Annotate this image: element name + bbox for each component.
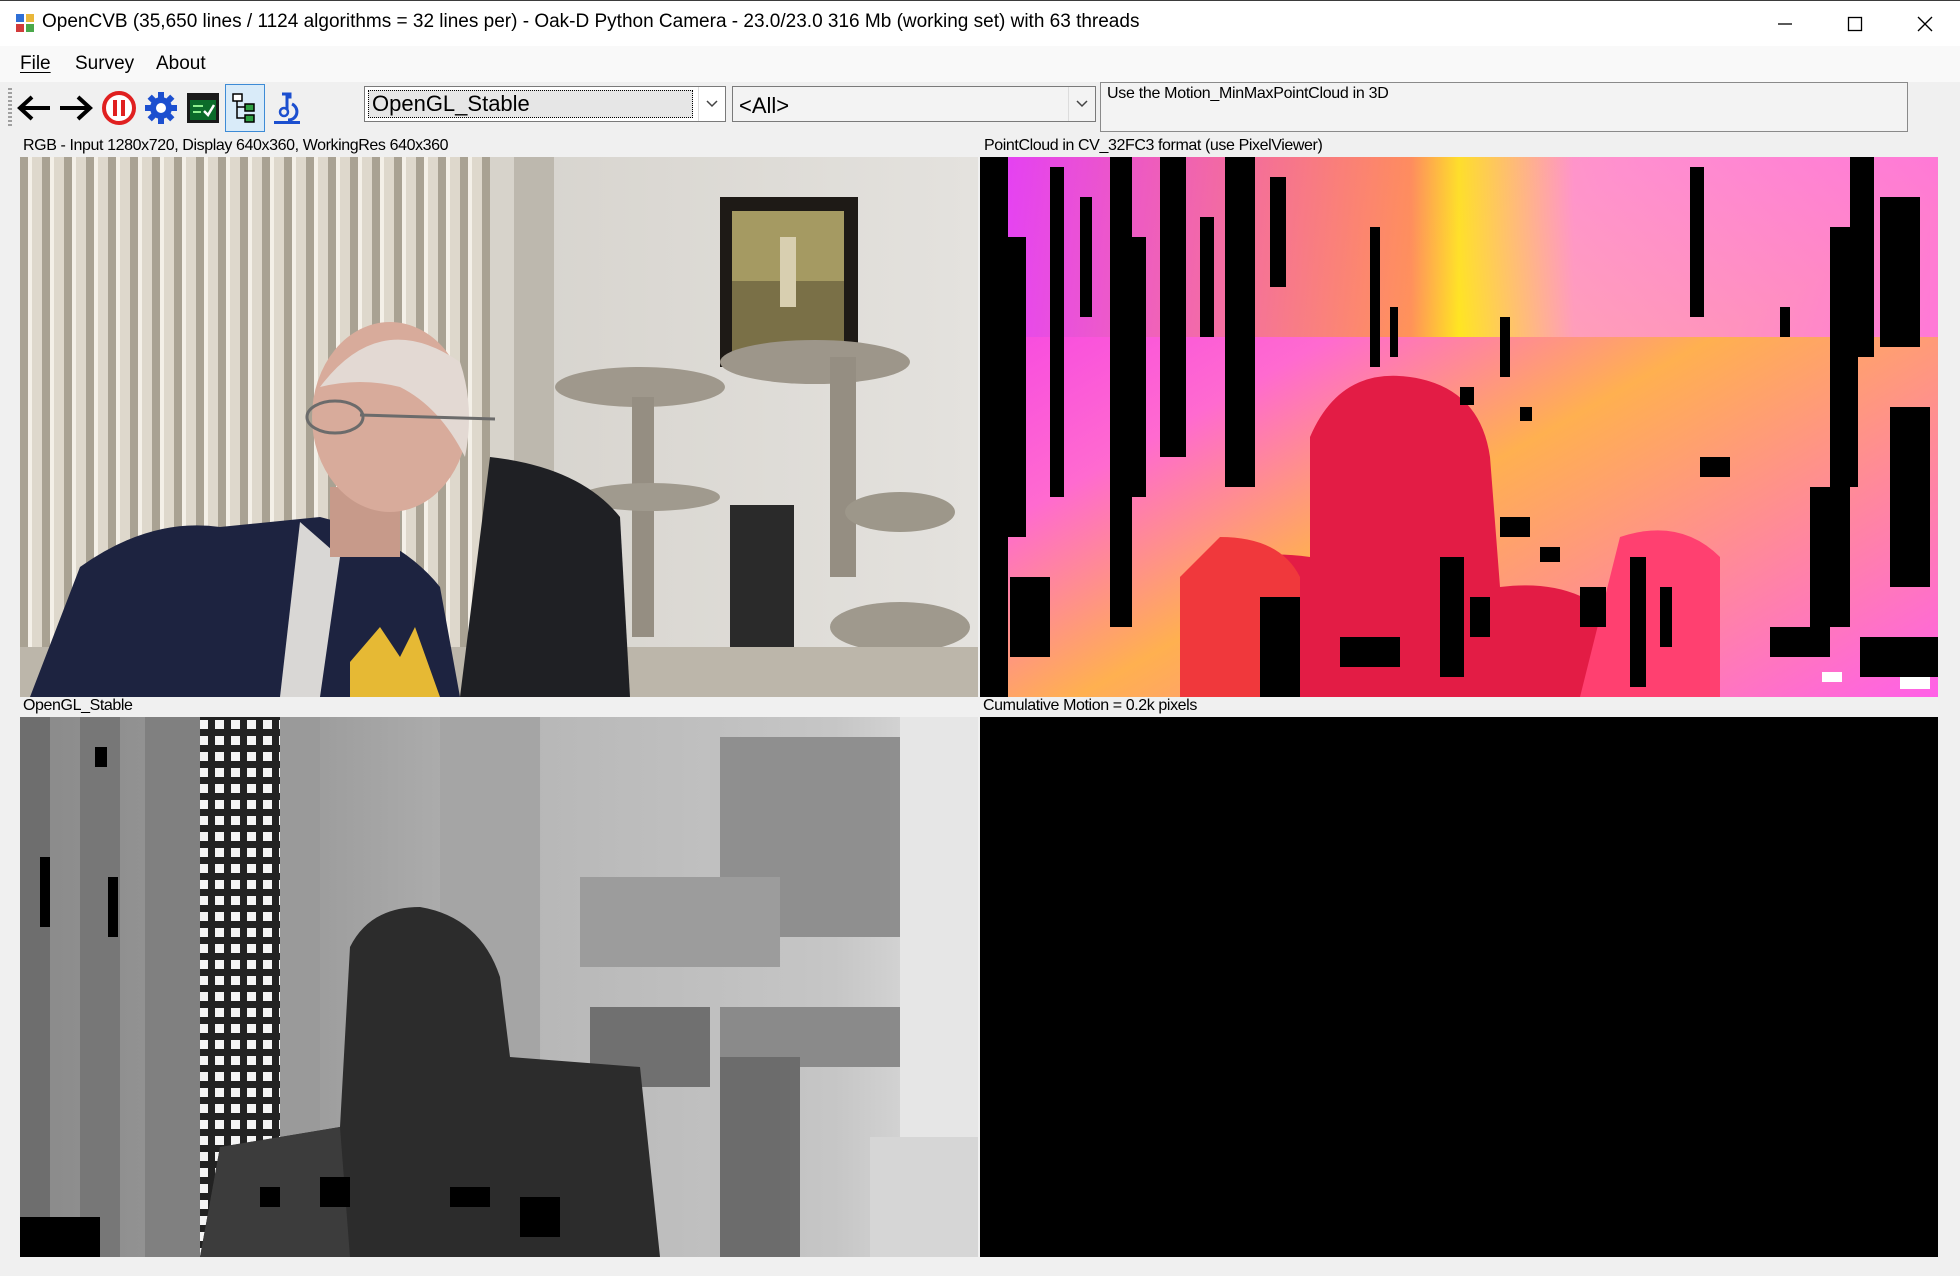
- close-button[interactable]: [1890, 1, 1960, 47]
- close-icon: [1917, 16, 1933, 32]
- test-all-button[interactable]: [183, 88, 223, 128]
- opengl-panel-label: OpenGL_Stable: [23, 697, 133, 714]
- title-bar: OpenCVB (35,650 lines / 1124 algorithms …: [0, 0, 1960, 47]
- pointcloud-image: [980, 157, 1938, 697]
- back-arrow-icon: [17, 95, 50, 121]
- forward-button[interactable]: [56, 88, 96, 128]
- algorithm-select-value: OpenGL_Stable: [368, 90, 693, 118]
- rgb-panel-label: RGB - Input 1280x720, Display 640x360, W…: [23, 137, 449, 154]
- forward-arrow-icon: [60, 95, 93, 121]
- menu-file[interactable]: File: [20, 53, 51, 75]
- settings-button[interactable]: [141, 88, 181, 128]
- maximize-icon: [1847, 16, 1863, 32]
- maximize-button[interactable]: [1820, 1, 1890, 47]
- pointcloud-panel-label: PointCloud in CV_32FC3 format (use Pixel…: [984, 137, 1323, 154]
- toolbar: OpenGL_Stable <All> Use the Motion_MinMa…: [0, 82, 1960, 140]
- minimize-icon: [1778, 23, 1792, 25]
- app-icon: [16, 14, 34, 32]
- rgb-camera-image: [20, 157, 978, 697]
- motion-panel-label: Cumulative Motion = 0.2k pixels: [983, 697, 1197, 714]
- group-select[interactable]: <All>: [732, 86, 1096, 122]
- pointcloud-view[interactable]: [980, 157, 1938, 697]
- minimize-button[interactable]: [1750, 1, 1820, 47]
- test-all-icon: [187, 93, 219, 123]
- motion-view[interactable]: [980, 717, 1938, 1257]
- tree-view-icon: [232, 93, 255, 123]
- status-strip: [0, 1262, 1960, 1276]
- pixel-viewer-button[interactable]: [267, 88, 307, 128]
- menu-about[interactable]: About: [156, 53, 206, 75]
- gear-icon: [145, 92, 177, 124]
- pause-button[interactable]: [99, 88, 139, 128]
- tree-view-button[interactable]: [225, 84, 265, 132]
- pixel-viewer-icon: [274, 92, 300, 124]
- menu-bar: File Survey About: [0, 46, 1960, 82]
- algorithm-select[interactable]: OpenGL_Stable: [364, 86, 726, 122]
- opengl-image: [20, 717, 978, 1257]
- group-select-value: <All>: [739, 93, 790, 118]
- menu-survey[interactable]: Survey: [75, 53, 134, 75]
- algorithm-description: Use the Motion_MinMaxPointCloud in 3D: [1100, 82, 1908, 132]
- pause-icon: [102, 91, 136, 125]
- back-button[interactable]: [14, 88, 54, 128]
- window-title: OpenCVB (35,650 lines / 1124 algorithms …: [42, 11, 1140, 32]
- chevron-down-icon[interactable]: [698, 87, 725, 121]
- toolbar-grip[interactable]: [8, 88, 12, 128]
- chevron-down-icon[interactable]: [1068, 87, 1095, 121]
- rgb-camera-view[interactable]: [20, 157, 978, 697]
- opengl-view[interactable]: [20, 717, 978, 1257]
